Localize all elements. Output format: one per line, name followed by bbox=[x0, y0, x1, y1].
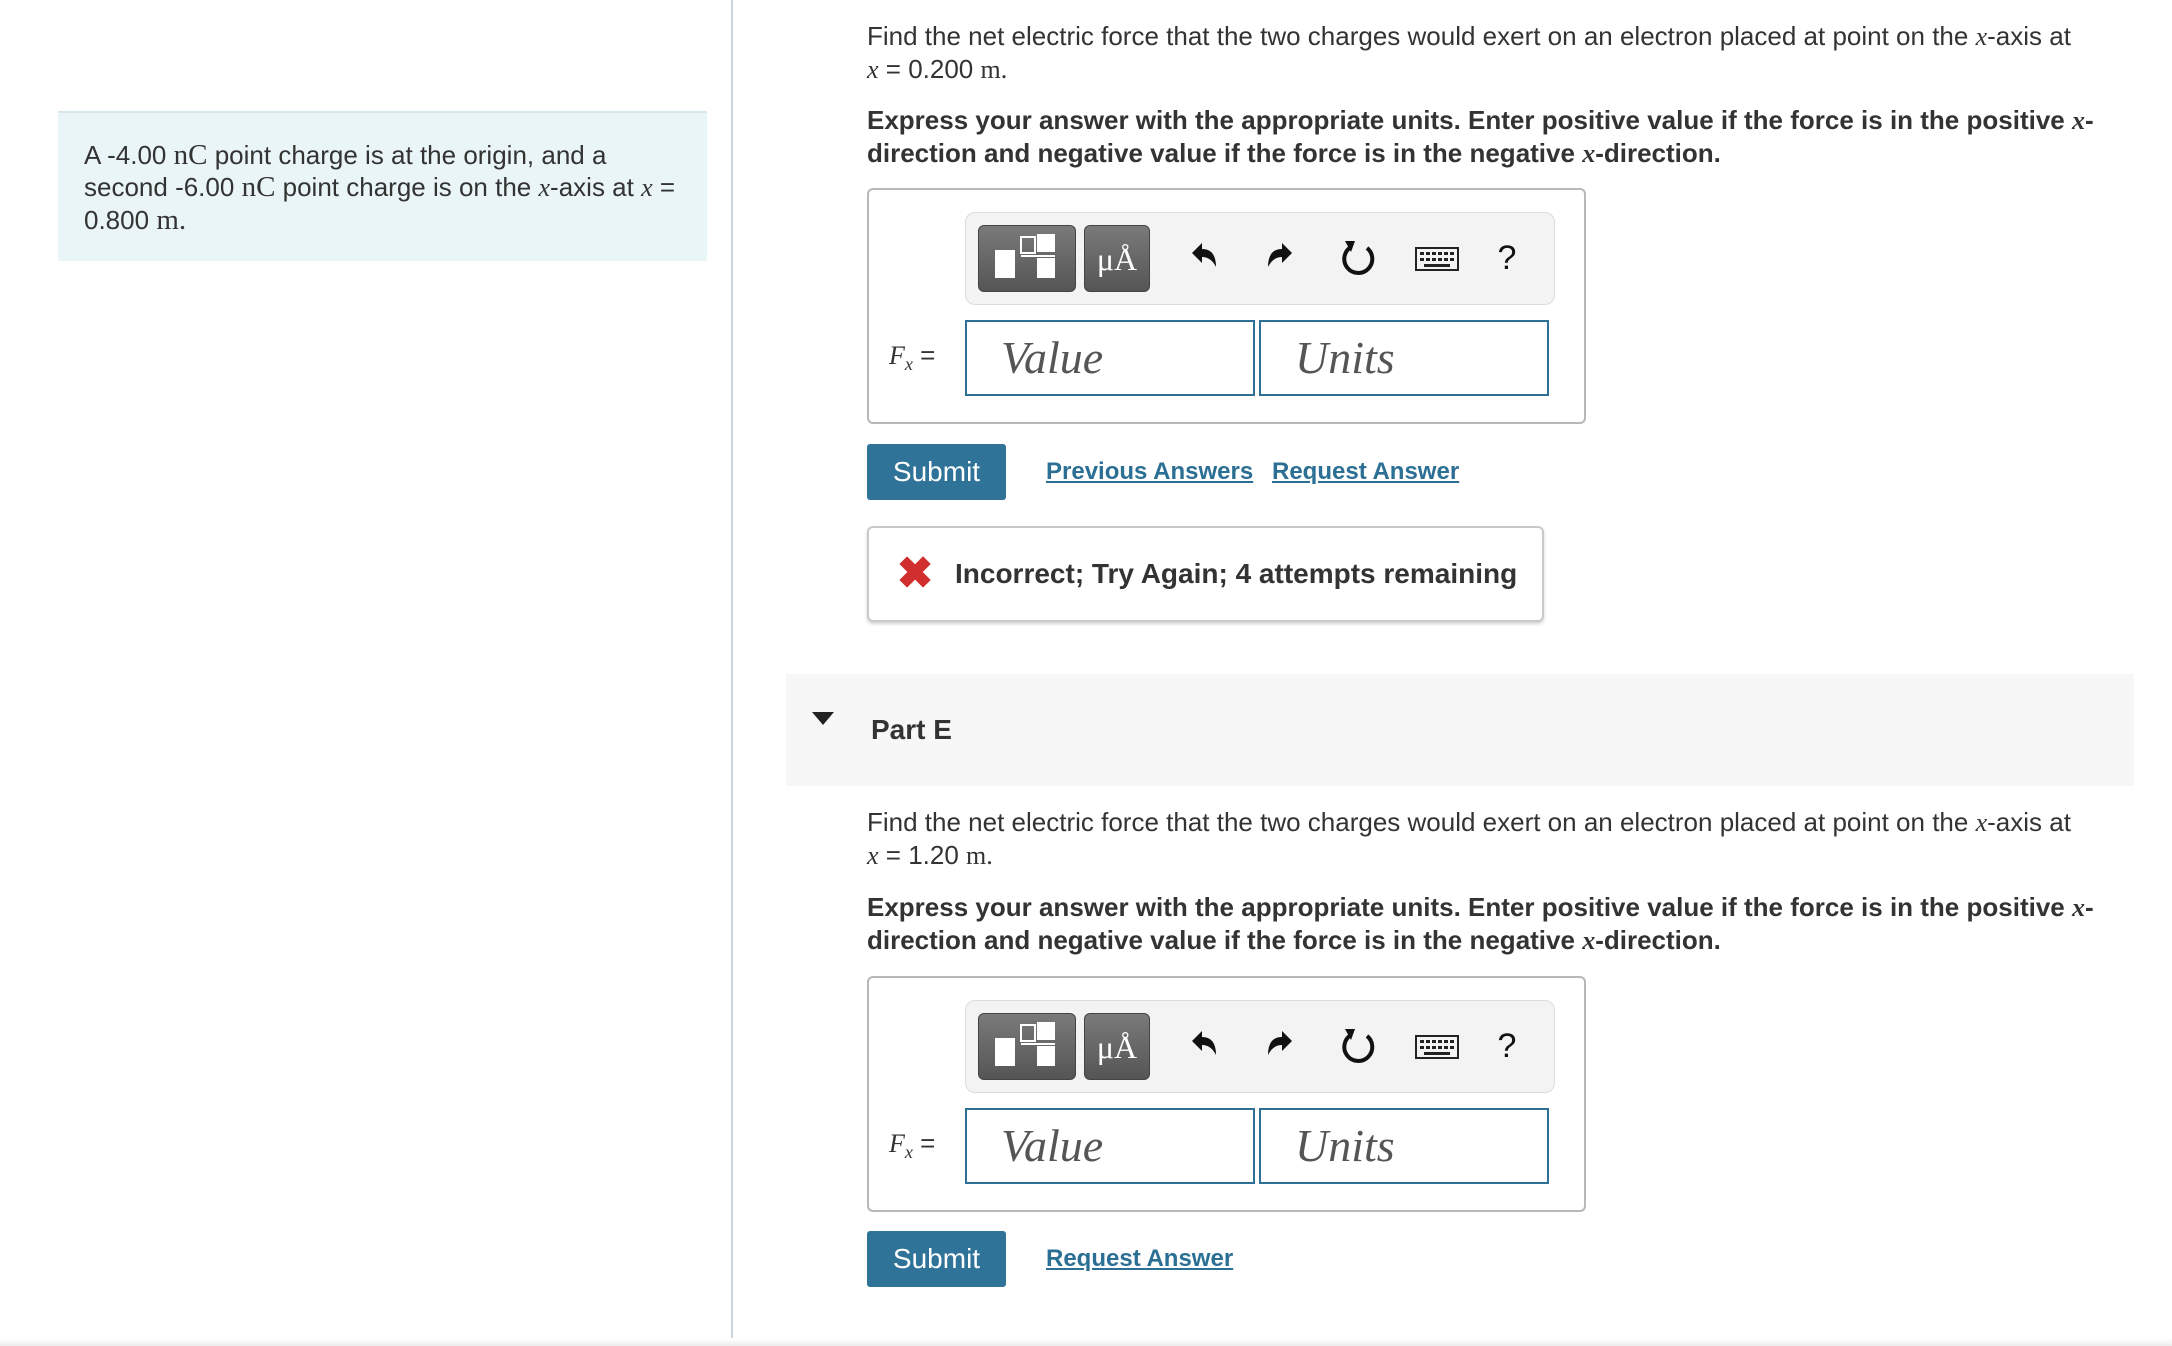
part-e-header[interactable]: Part E bbox=[786, 674, 2134, 786]
var-symbol: F bbox=[889, 341, 905, 370]
reset-button[interactable] bbox=[1334, 1021, 1384, 1071]
reset-icon bbox=[1342, 241, 1375, 275]
part-title: Part E bbox=[871, 714, 952, 745]
units-input[interactable]: Units bbox=[1259, 1108, 1549, 1184]
intro-unit-m: m. bbox=[156, 204, 187, 236]
submit-button[interactable]: Submit bbox=[867, 444, 1006, 500]
x-var: x bbox=[1582, 139, 1596, 168]
undo-button[interactable] bbox=[1178, 1021, 1228, 1071]
part-e-prompt: Find the net electric force that the two… bbox=[867, 806, 2107, 872]
request-answer-link[interactable]: Request Answer bbox=[1272, 444, 1459, 500]
undo-button[interactable] bbox=[1178, 233, 1228, 283]
feedback-incorrect: ✖ Incorrect; Try Again; 4 attempts remai… bbox=[867, 526, 1544, 622]
variable-label: Fx = bbox=[889, 340, 935, 375]
x-var: x bbox=[1975, 808, 1988, 837]
intro-x-var: x bbox=[538, 173, 551, 202]
x-var: x bbox=[1582, 926, 1596, 955]
x-var: x bbox=[1975, 22, 1988, 51]
request-answer-link[interactable]: Request Answer bbox=[1046, 1231, 1233, 1287]
var-subscript: x bbox=[904, 354, 913, 375]
templates-icon bbox=[995, 1022, 1055, 1066]
x-var: x bbox=[867, 55, 879, 84]
var-equals: = bbox=[920, 340, 936, 370]
value-input[interactable]: Value bbox=[965, 320, 1255, 396]
part-d-prompt: Find the net electric force that the two… bbox=[867, 20, 2107, 86]
incorrect-x-icon: ✖ bbox=[896, 549, 934, 598]
prompt-unit: m. bbox=[966, 841, 993, 870]
problem-intro-panel: A -4.00 nC point charge is at the origin… bbox=[0, 0, 733, 1346]
value-input[interactable]: Value bbox=[965, 1108, 1255, 1184]
keyboard-icon bbox=[1415, 1035, 1459, 1059]
part-e-instructions: Express your answer with the appropriate… bbox=[867, 891, 2107, 957]
redo-icon bbox=[1268, 243, 1292, 267]
part-d-instructions: Express your answer with the appropriate… bbox=[867, 104, 2107, 170]
math-toolbar: μÅ ? bbox=[965, 212, 1555, 305]
templates-icon bbox=[995, 234, 1055, 278]
units-input[interactable]: Units bbox=[1259, 320, 1549, 396]
bottom-divider bbox=[0, 1338, 2172, 1346]
templates-button[interactable] bbox=[978, 225, 1076, 292]
help-icon[interactable]: ? bbox=[1482, 233, 1532, 283]
math-toolbar: μÅ ? bbox=[965, 1000, 1555, 1093]
prompt-position: = 0.200 bbox=[885, 54, 974, 84]
keyboard-button[interactable] bbox=[1412, 1021, 1462, 1071]
keyboard-icon bbox=[1415, 247, 1459, 271]
redo-button[interactable] bbox=[1256, 233, 1306, 283]
submit-button[interactable]: Submit bbox=[867, 1231, 1006, 1287]
undo-icon bbox=[1192, 1031, 1216, 1055]
x-var: x bbox=[2071, 893, 2085, 922]
redo-button[interactable] bbox=[1256, 1021, 1306, 1071]
templates-button[interactable] bbox=[978, 1013, 1076, 1080]
prompt-unit: m. bbox=[980, 55, 1008, 84]
var-equals: = bbox=[920, 1128, 936, 1158]
intro-unit-nc-1: nC bbox=[173, 139, 208, 171]
feedback-message: Incorrect; Try Again; 4 attempts remaini… bbox=[955, 558, 1518, 589]
collapse-caret-icon[interactable] bbox=[812, 712, 834, 725]
intro-text: -axis at bbox=[550, 172, 634, 202]
previous-answers-link[interactable]: Previous Answers bbox=[1046, 444, 1253, 500]
intro-x-var: x bbox=[641, 173, 653, 202]
part-e-answer-box: μÅ ? Fx = Value Units bbox=[867, 976, 1586, 1212]
prompt-text: -axis at bbox=[1987, 807, 2071, 837]
instr-text: Express your answer with the appropriate… bbox=[867, 105, 2065, 135]
reset-button[interactable] bbox=[1334, 233, 1384, 283]
instr-text: -direction. bbox=[1595, 925, 1721, 955]
intro-text: point charge is on the bbox=[282, 172, 532, 202]
prompt-text: Find the net electric force that the two… bbox=[867, 807, 1969, 837]
x-var: x bbox=[867, 841, 879, 870]
keyboard-button[interactable] bbox=[1412, 233, 1462, 283]
units-button[interactable]: μÅ bbox=[1084, 1013, 1150, 1080]
var-subscript: x bbox=[904, 1142, 913, 1163]
help-icon[interactable]: ? bbox=[1482, 1021, 1532, 1071]
instr-text: -direction. bbox=[1595, 138, 1721, 168]
undo-icon bbox=[1192, 243, 1216, 267]
instr-text: Express your answer with the appropriate… bbox=[867, 892, 2065, 922]
x-var: x bbox=[2071, 106, 2085, 135]
units-button[interactable]: μÅ bbox=[1084, 225, 1150, 292]
reset-icon bbox=[1342, 1029, 1375, 1063]
var-symbol: F bbox=[889, 1129, 905, 1158]
prompt-position: = 1.20 bbox=[885, 840, 959, 870]
problem-intro: A -4.00 nC point charge is at the origin… bbox=[58, 111, 707, 261]
redo-icon bbox=[1268, 1031, 1292, 1055]
prompt-text: -axis at bbox=[1987, 21, 2071, 51]
variable-label: Fx = bbox=[889, 1128, 935, 1163]
intro-unit-nc-2: nC bbox=[241, 171, 276, 203]
intro-text: A -4.00 bbox=[84, 140, 167, 170]
prompt-text: Find the net electric force that the two… bbox=[867, 21, 1969, 51]
part-d-answer-box: μÅ ? Fx = Value Units bbox=[867, 188, 1586, 424]
